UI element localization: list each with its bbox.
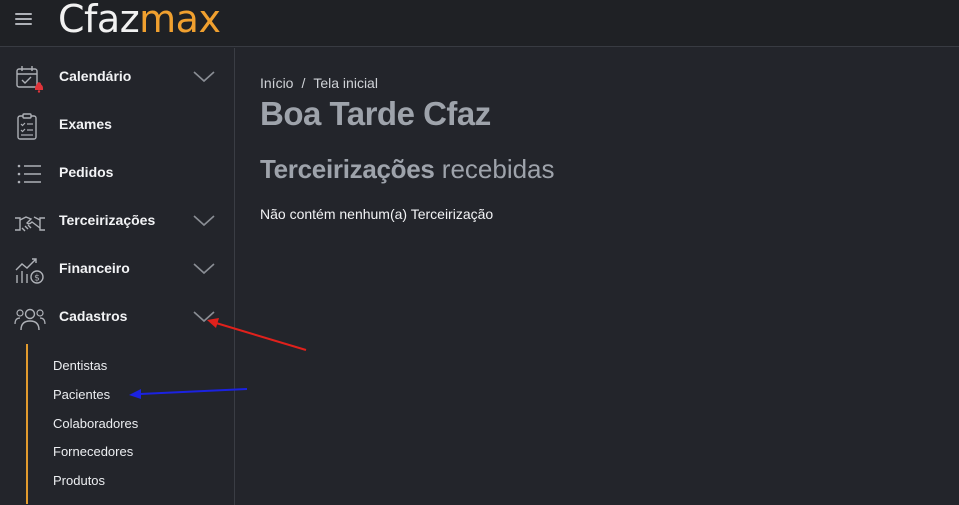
top-bar: Cfazmax — [0, 0, 959, 47]
sidebar-item-label: Exames — [59, 116, 112, 132]
breadcrumb-home-link[interactable]: Início — [260, 75, 293, 91]
submenu-item-dentistas[interactable]: Dentistas — [53, 358, 107, 373]
chevron-down-icon[interactable] — [192, 307, 216, 325]
sidebar-item-label: Cadastros — [59, 308, 128, 324]
cadastros-submenu: Dentistas Pacientes Colaboradores Fornec… — [26, 344, 216, 504]
breadcrumb: Início / Tela inicial — [260, 75, 378, 91]
app-logo[interactable]: Cfazmax — [58, 0, 221, 41]
sidebar-item-label: Calendário — [59, 68, 132, 84]
finance-icon: $ — [15, 258, 44, 284]
calendar-icon — [16, 66, 43, 93]
clipboard-icon — [17, 113, 37, 140]
sidebar-item-label: Pedidos — [59, 164, 114, 180]
logo-text-primary: Cfaz — [58, 0, 140, 41]
handshake-icon — [15, 216, 45, 232]
main-content: Início / Tela inicial Boa Tarde Cfaz Terce… — [236, 48, 959, 505]
sidebar-item-label: Financeiro — [59, 260, 130, 276]
section-title: Terceirizações recebidas — [260, 154, 555, 185]
sidebar: Calendário Exames Pedidos Terceirizações… — [0, 48, 235, 505]
users-icon — [14, 308, 46, 331]
sidebar-item-cadastros[interactable]: Cadastros — [0, 293, 234, 341]
list-icon — [17, 164, 41, 184]
empty-state-message: Não contém nenhum(a) Terceirização — [260, 206, 494, 222]
section-title-light: recebidas — [441, 154, 555, 184]
section-title-bold: Terceirizações — [260, 154, 435, 184]
submenu-item-pacientes[interactable]: Pacientes — [53, 387, 110, 402]
page-title: Boa Tarde Cfaz — [260, 95, 491, 132]
sidebar-item-financeiro[interactable]: $ Financeiro — [0, 245, 234, 293]
sidebar-item-label: Terceirizações — [59, 212, 156, 228]
submenu-item-fornecedores[interactable]: Fornecedores — [53, 444, 133, 459]
sidebar-item-pedidos[interactable]: Pedidos — [0, 149, 234, 197]
sidebar-item-exames[interactable]: Exames — [0, 101, 234, 149]
chevron-down-icon[interactable] — [192, 67, 216, 85]
breadcrumb-current: Tela inicial — [313, 75, 378, 91]
logo-text-accent: max — [139, 0, 221, 41]
hamburger-icon[interactable] — [15, 11, 35, 29]
breadcrumb-separator: / — [301, 75, 306, 91]
chevron-down-icon[interactable] — [192, 211, 216, 229]
submenu-item-colaboradores[interactable]: Colaboradores — [53, 416, 138, 431]
sidebar-item-calendario[interactable]: Calendário — [0, 53, 234, 101]
chevron-down-icon[interactable] — [192, 259, 216, 277]
submenu-item-produtos[interactable]: Produtos — [53, 473, 105, 488]
sidebar-item-terceirizacoes[interactable]: Terceirizações — [0, 197, 234, 245]
svg-text:$: $ — [34, 274, 40, 284]
